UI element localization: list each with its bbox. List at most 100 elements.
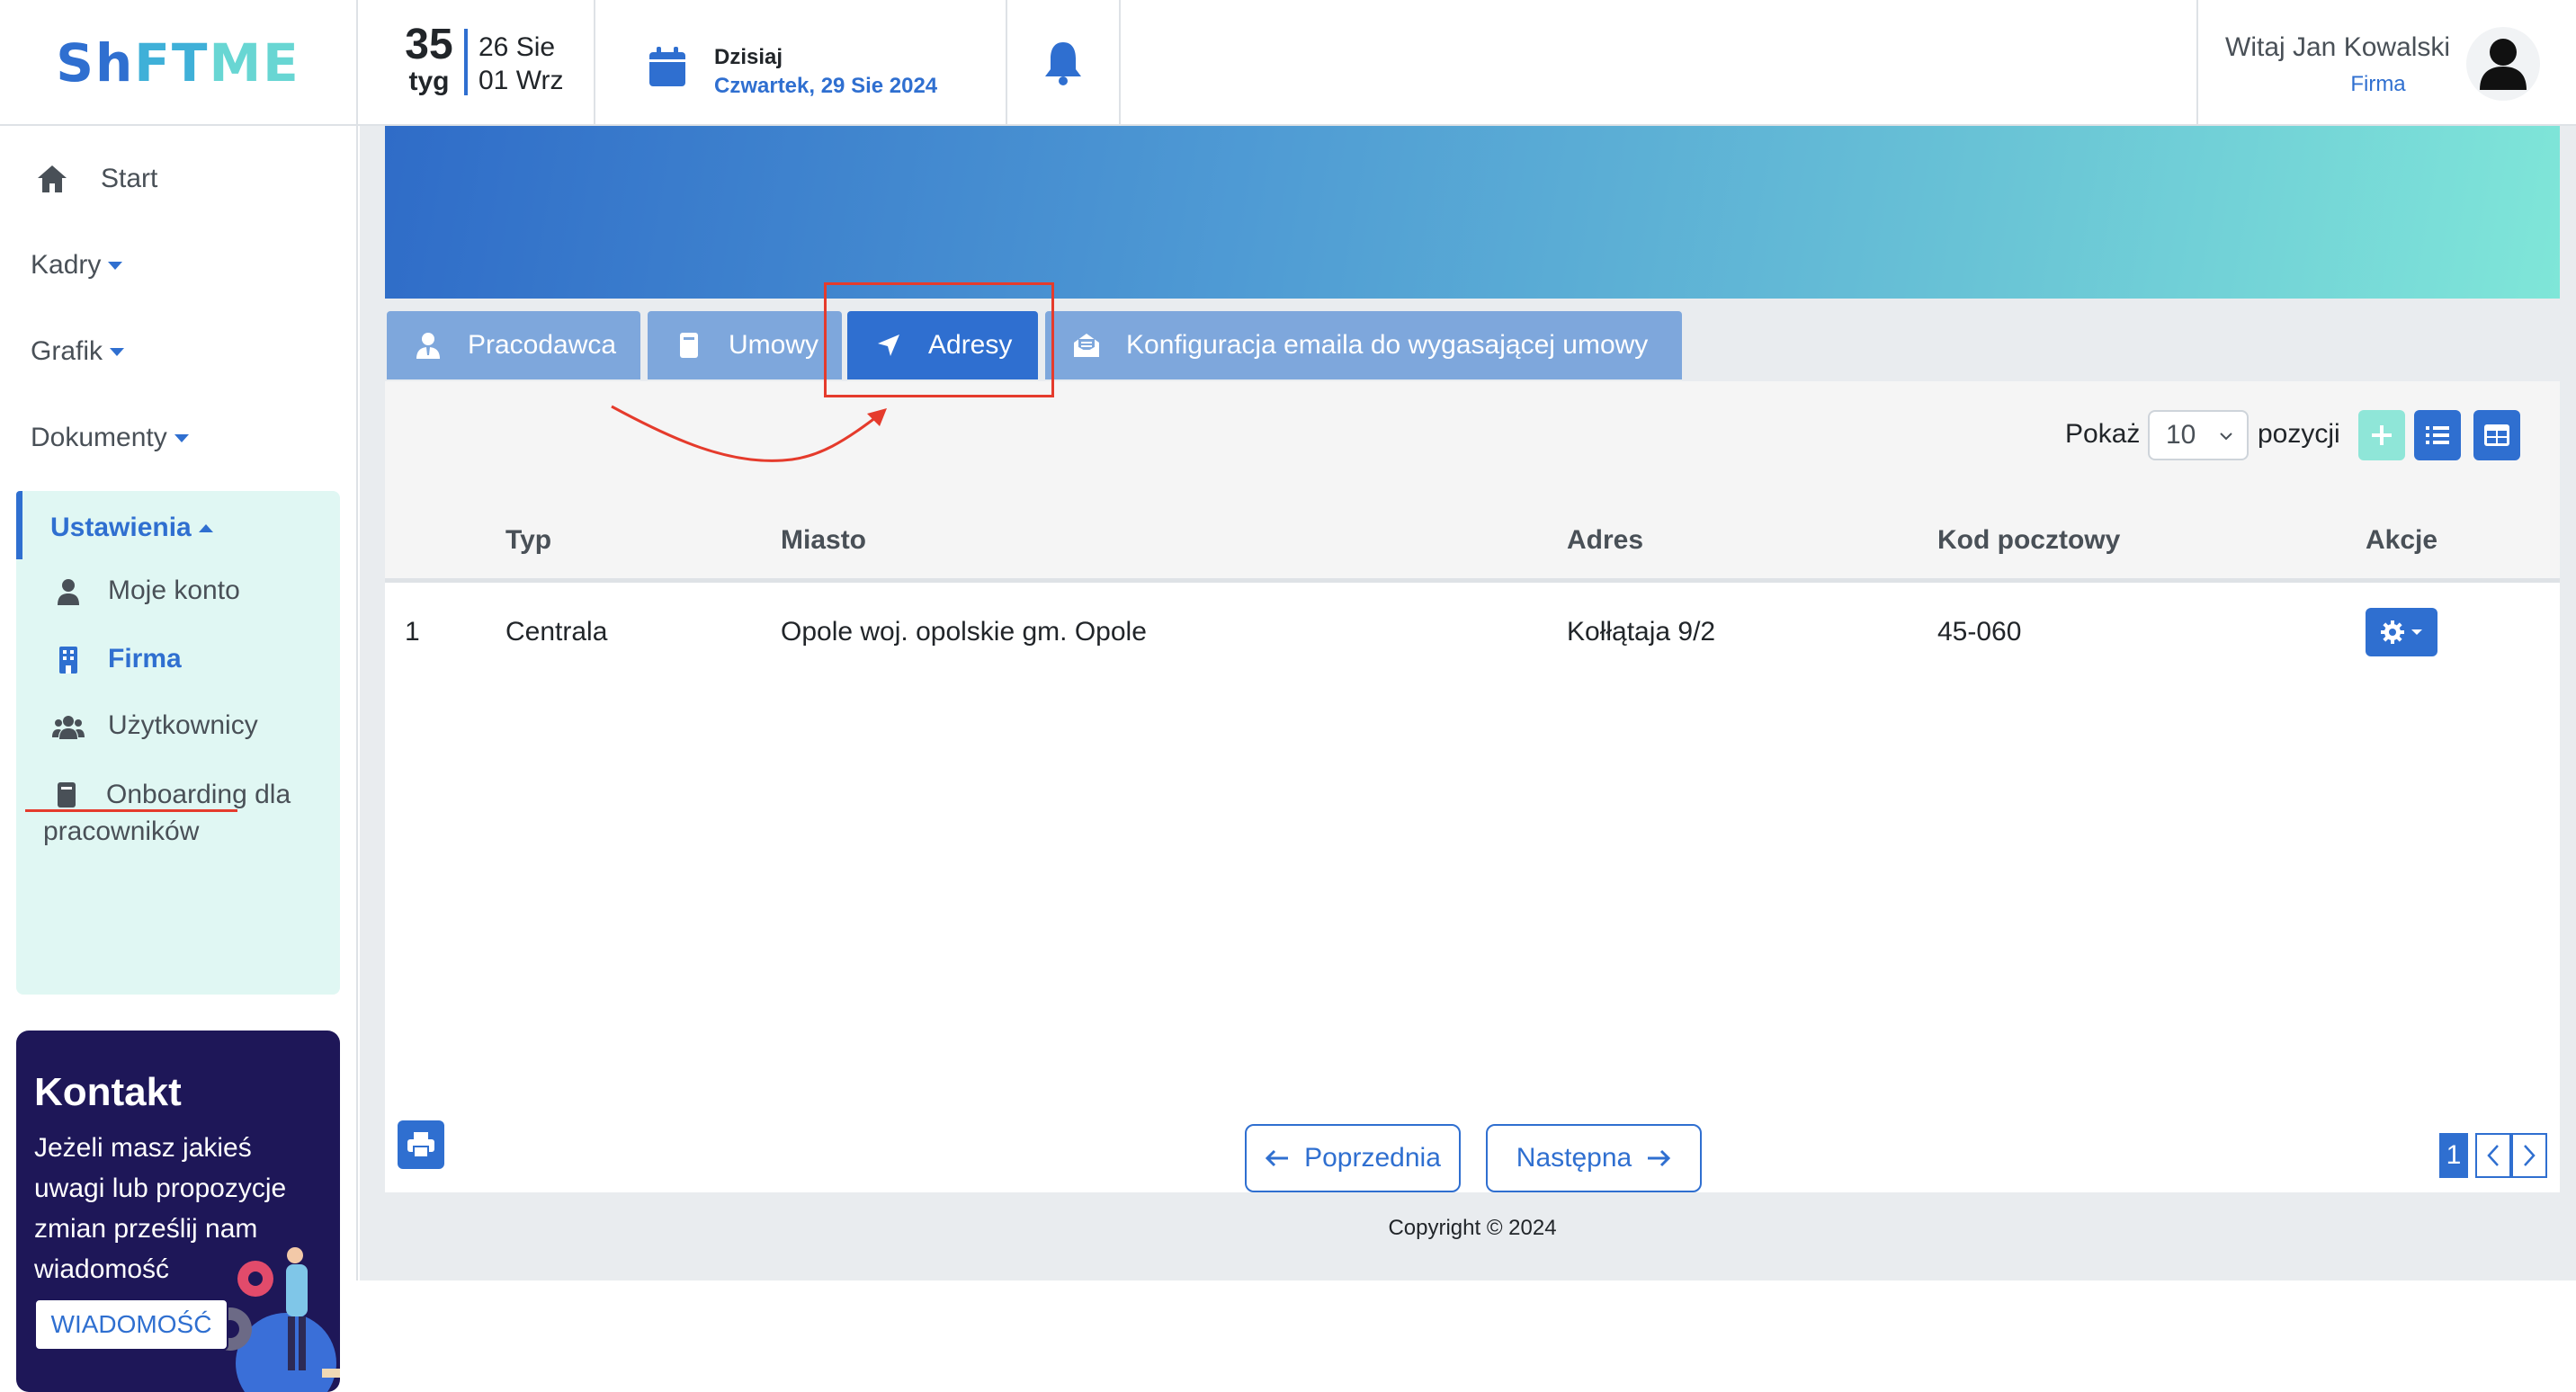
- row-miasto: Opole woj. opolskie gm. Opole: [781, 617, 1147, 647]
- page-size-value: 10: [2166, 420, 2196, 450]
- chevron-right-icon: [2524, 1145, 2536, 1166]
- week-number: 35: [405, 21, 453, 68]
- sidebar-item-onboarding[interactable]: Onboarding dla pracowników: [43, 779, 291, 847]
- pager-next-button[interactable]: [2511, 1133, 2547, 1178]
- home-icon: [38, 165, 67, 192]
- week-label: tyg: [408, 67, 450, 96]
- settings-section: Ustawienia Moje konto Firma Użytkownicy: [16, 491, 340, 995]
- sidebar-item-grafik[interactable]: Grafik: [31, 336, 125, 367]
- column-header-miasto[interactable]: Miasto: [781, 525, 866, 556]
- message-button[interactable]: WIADOMOŚĆ: [34, 1298, 228, 1351]
- user-role: Firma: [2350, 72, 2406, 96]
- sidebar: Start Kadry Grafik Dokumenty Ustawienia …: [0, 126, 358, 1392]
- sidebar-item-dokumenty[interactable]: Dokumenty: [31, 423, 189, 453]
- sidebar-item-label: Kadry: [31, 250, 102, 280]
- previous-page-button[interactable]: Poprzednia: [1245, 1124, 1461, 1192]
- logo-part-2: h: [94, 32, 135, 94]
- current-page[interactable]: 1: [2439, 1133, 2468, 1178]
- notifications-button[interactable]: [1007, 0, 1121, 126]
- bell-icon: [1045, 42, 1081, 85]
- tab-konfiguracja-emaila[interactable]: Konfiguracja emaila do wygasającej umowy: [1045, 311, 1682, 379]
- sidebar-item-label: Dokumenty: [31, 423, 167, 452]
- caret-down-icon: [174, 433, 189, 442]
- plus-icon: [2372, 425, 2392, 445]
- gear-icon: [2381, 620, 2404, 644]
- sidebar-item-moje-konto[interactable]: Moje konto: [52, 576, 240, 608]
- tab-label: Konfiguracja emaila do wygasającej umowy: [1126, 330, 1649, 360]
- print-icon: [407, 1132, 434, 1158]
- annotation-underline: [25, 809, 237, 812]
- positions-label: pozycji: [2258, 419, 2340, 449]
- show-label: Pokaż: [2065, 419, 2141, 449]
- print-button[interactable]: [398, 1120, 444, 1169]
- column-header-kod-pocztowy[interactable]: Kod pocztowy: [1937, 525, 2120, 556]
- calendar-icon: [649, 47, 685, 86]
- week-start: 26 Sie: [479, 32, 556, 62]
- sidebar-item-kadry[interactable]: Kadry: [31, 250, 123, 281]
- copyright: Copyright © 2024: [1388, 1216, 1557, 1240]
- user-tie-icon: [414, 331, 443, 360]
- week-dates: 26 Sie 01 Wrz: [479, 31, 563, 97]
- sidebar-item-label-2: pracowników: [43, 816, 200, 846]
- contact-card: Kontakt Jeżeli masz jakieś uwagi lub pro…: [16, 1031, 340, 1392]
- users-icon: [52, 710, 85, 743]
- sidebar-item-label: Firma: [108, 644, 182, 674]
- arrow-left-icon: [1265, 1149, 1289, 1167]
- gears-illustration-icon: [209, 1247, 340, 1392]
- addresses-panel: Pokaż 10 pozycji Typ Miasto Adres Kod po…: [385, 381, 2560, 1192]
- logo-part-4: ME: [209, 32, 300, 94]
- add-button[interactable]: [2358, 410, 2405, 460]
- table-icon: [2484, 424, 2509, 446]
- table-header: Typ Miasto Adres Kod pocztowy Akcje: [385, 496, 2560, 583]
- user-icon: [2480, 39, 2527, 90]
- pager-prev-button[interactable]: [2475, 1133, 2511, 1178]
- row-actions-button[interactable]: [2366, 608, 2437, 656]
- row-typ: Centrala: [505, 617, 608, 647]
- annotation-arrow-icon: [611, 405, 887, 462]
- sidebar-item-ustawienia[interactable]: Ustawienia: [50, 513, 213, 543]
- next-page-button[interactable]: Następna: [1486, 1124, 1702, 1192]
- previous-label: Poprzednia: [1304, 1143, 1441, 1173]
- sidebar-item-label: Onboarding dla: [106, 780, 291, 809]
- user-greeting: Witaj Jan Kowalski: [2225, 32, 2451, 62]
- column-header-typ[interactable]: Typ: [505, 525, 551, 556]
- tab-label: Pracodawca: [468, 330, 617, 360]
- book-icon: [675, 331, 703, 360]
- today-label: Dzisiaj: [714, 45, 783, 69]
- sidebar-item-label: Ustawienia: [50, 513, 192, 542]
- logo[interactable]: ShFTME: [0, 0, 358, 126]
- arrow-right-icon: [1648, 1149, 1671, 1167]
- row-adres: Kołłątaja 9/2: [1567, 617, 1716, 647]
- avatar[interactable]: [2466, 27, 2540, 101]
- active-indicator: [16, 491, 22, 559]
- logo-part-1: S: [56, 32, 95, 94]
- column-header-adres[interactable]: Adres: [1567, 525, 1643, 556]
- sidebar-item-start[interactable]: Start: [36, 164, 157, 194]
- user-menu[interactable]: Witaj Jan Kowalski Firma: [2196, 0, 2576, 126]
- table-view-button[interactable]: [2473, 410, 2520, 460]
- sidebar-item-uzytkownicy[interactable]: Użytkownicy: [52, 710, 258, 743]
- caret-down-icon: [2411, 629, 2422, 635]
- page-size-select[interactable]: 10: [2148, 410, 2249, 460]
- sidebar-item-label: Moje konto: [108, 576, 240, 605]
- row-index: 1: [405, 617, 420, 647]
- logo-part-3: FT: [134, 32, 210, 94]
- today-date: Czwartek, 29 Sie 2024: [714, 74, 938, 98]
- caret-down-icon: [110, 347, 125, 356]
- sidebar-item-firma[interactable]: Firma: [52, 644, 182, 676]
- tab-pracodawca[interactable]: Pracodawca: [387, 311, 640, 379]
- tab-umowy[interactable]: Umowy: [648, 311, 842, 379]
- banner: [385, 126, 2560, 299]
- row-kod: 45-060: [1937, 617, 2022, 647]
- week-end: 01 Wrz: [479, 66, 564, 95]
- list-view-button[interactable]: [2414, 410, 2461, 460]
- contact-title: Kontakt: [34, 1070, 182, 1114]
- building-icon: [52, 644, 85, 676]
- user-icon: [52, 576, 85, 608]
- sidebar-item-label: Użytkownicy: [108, 710, 258, 740]
- caret-up-icon: [198, 523, 213, 532]
- annotation-highlight-box: [824, 282, 1054, 397]
- list-icon: [2426, 426, 2449, 444]
- tab-label: Umowy: [729, 330, 819, 360]
- envelope-open-icon: [1072, 331, 1101, 360]
